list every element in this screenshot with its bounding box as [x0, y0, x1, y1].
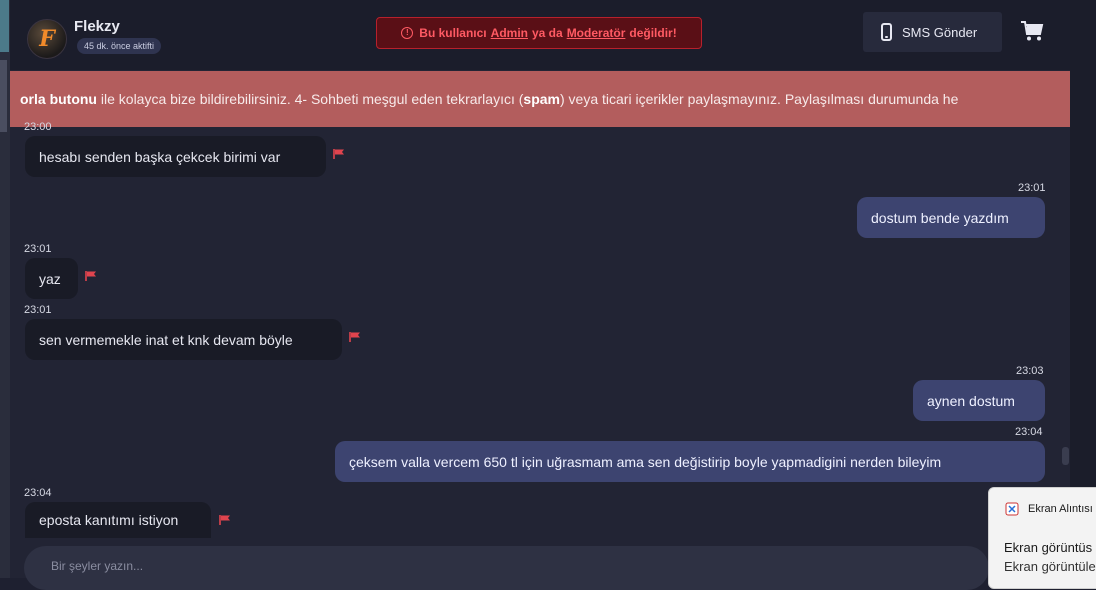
warning-text-mid: ya da — [532, 26, 563, 40]
snipping-tool-notification[interactable]: Ekran Alıntısı Ekran görüntüs Ekran görü… — [988, 487, 1096, 589]
notification-app-name: Ekran Alıntısı — [1028, 503, 1093, 515]
outgoing-message: dostum bende yazdım — [857, 197, 1045, 238]
report-flag-icon[interactable] — [333, 148, 345, 160]
message-input[interactable] — [49, 558, 933, 574]
phone-icon — [881, 23, 892, 41]
message-time: 23:01 — [24, 243, 52, 255]
report-flag-icon[interactable] — [349, 331, 361, 343]
user-name[interactable]: Flekzy — [74, 18, 120, 35]
message-time: 23:04 — [24, 487, 52, 499]
banner-text: ile kolayca bize bildirebilirsiniz. 4- S… — [97, 91, 524, 107]
last-seen-badge: 45 dk. önce aktifti — [77, 38, 162, 54]
snipping-tool-icon — [1005, 502, 1019, 516]
send-sms-label: SMS Gönder — [902, 24, 978, 40]
send-sms-button[interactable]: SMS Gönder — [863, 12, 1002, 52]
message-time: 23:01 — [24, 304, 52, 316]
cart-icon[interactable] — [1020, 20, 1044, 42]
incoming-message: yaz — [25, 258, 78, 299]
incoming-message: sen vermemekle inat et knk devam böyle — [25, 319, 342, 360]
avatar[interactable]: F — [27, 19, 67, 59]
not-admin-warning: ! Bu kullanıcı Admin ya da Moderatör değ… — [376, 17, 702, 49]
message-time: 23:01 — [1018, 182, 1046, 194]
message-composer — [24, 546, 989, 590]
banner-bold: orla butonu — [20, 91, 97, 107]
warning-text-pre: Bu kullanıcı — [419, 26, 487, 40]
report-flag-icon[interactable] — [85, 270, 97, 282]
outgoing-message: aynen dostum — [913, 380, 1045, 421]
message-time: 23:04 — [1015, 426, 1043, 438]
notification-title: Ekran görüntüs — [1004, 540, 1093, 555]
avatar-letter: F — [39, 26, 55, 52]
moderator-link[interactable]: Moderatör — [567, 26, 626, 40]
incoming-message: eposta kanıtımı istiyon — [25, 502, 211, 538]
report-flag-icon[interactable] — [219, 514, 231, 526]
alert-circle-icon: ! — [401, 27, 414, 39]
incoming-message: hesabı senden başka çekcek birimi var — [25, 136, 326, 177]
rules-marquee: orla butonu ile kolayca bize bildirebili… — [10, 71, 1070, 127]
message-time: 23:03 — [1016, 365, 1044, 377]
warning-text-post: değildir! — [629, 26, 677, 40]
left-sidebar-tab[interactable] — [0, 0, 9, 52]
left-sidebar-tab[interactable] — [0, 60, 7, 132]
admin-link[interactable]: Admin — [491, 26, 528, 40]
chat-scrollbar[interactable] — [1062, 447, 1069, 465]
outgoing-message: çeksem valla vercem 650 tl için uğrasmam… — [335, 441, 1045, 482]
message-time: 23:00 — [24, 121, 52, 133]
notification-body: Ekran görüntüle — [1004, 559, 1096, 574]
banner-text: ) veya ticari içerikler paylaşmayınız. P… — [560, 91, 959, 107]
banner-bold: spam — [523, 91, 560, 107]
